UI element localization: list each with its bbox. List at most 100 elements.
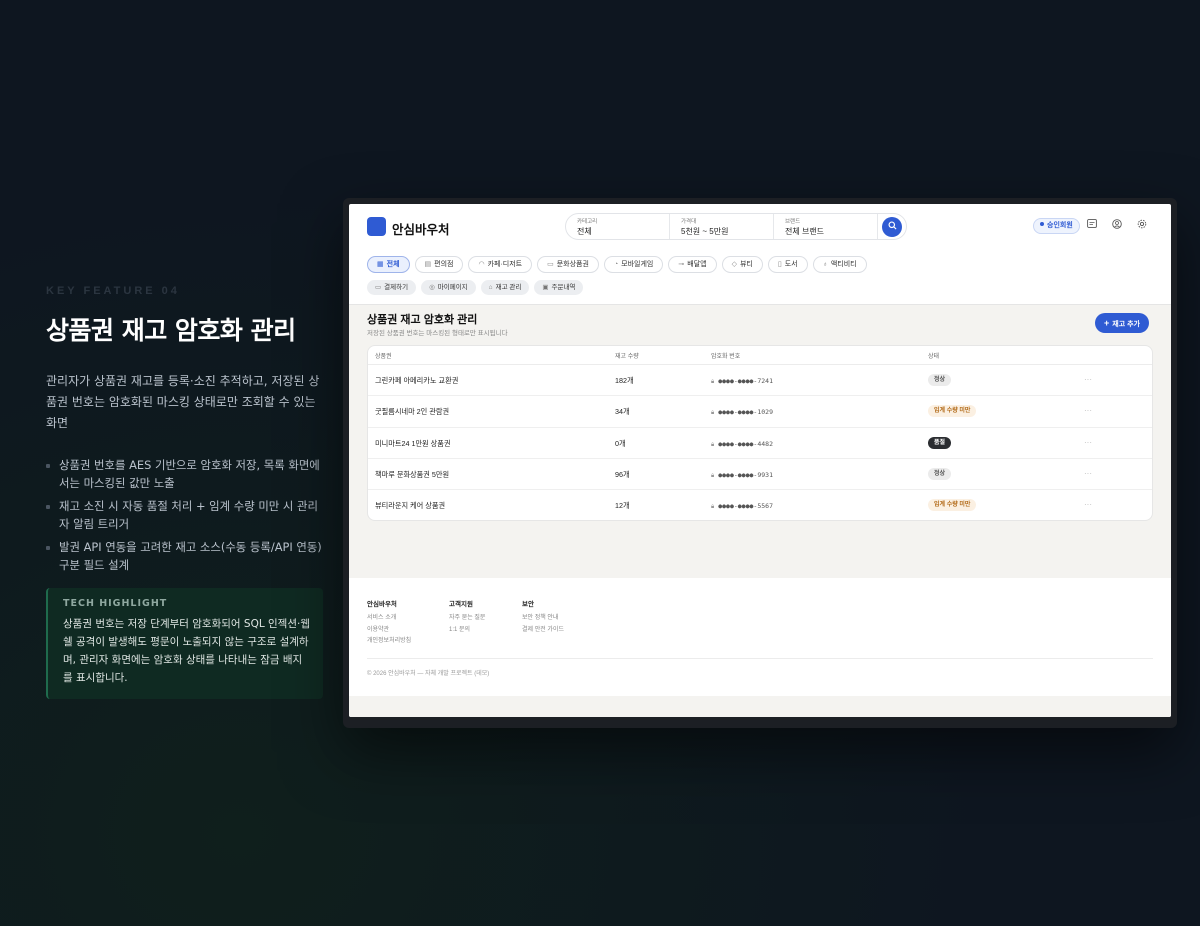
category-chip-books[interactable]: ▯ 도서	[767, 256, 808, 273]
search-price-field[interactable]: 가격대 5천원 ~ 5만원	[670, 214, 774, 239]
tech-highlight-body: 상품권 번호는 저장 단계부터 암호화되어 SQL 인젝션·웹쉘 공격이 발생해…	[63, 618, 311, 684]
nav-label: 결제하기	[384, 284, 409, 291]
table-row[interactable]: 미니마트24 1만원 상품권 0개 🔒︎ ●●●●-●●●●-4482 품절 ··…	[368, 428, 1152, 459]
feature-title: 상품권 재고 암호화 관리	[46, 316, 296, 345]
page-title: 상품권 재고 암호화 관리	[367, 314, 478, 326]
footer-link[interactable]: 결제 안전 가이드	[522, 625, 564, 637]
feature-bullets: 상품권 번호를 AES 기반으로 암호화 저장, 목록 화면에서는 마스킹된 값…	[46, 456, 326, 574]
table-row[interactable]: 그린카페 아메리카노 교환권 182개 🔒︎ ●●●●-●●●●-7241 정상 …	[368, 365, 1152, 397]
chip-label: 액티비티	[830, 261, 857, 268]
search-bar: 카테고리 전체 가격대 5천원 ~ 5만원 브랜드 전체 브랜드	[565, 213, 907, 240]
footer-divider	[367, 658, 1153, 659]
footer-column-company: 안심바우처 서비스 소개 이용약관 개인정보처리방침	[367, 598, 411, 648]
encrypted-code: 🔒︎ ●●●●-●●●●-4482	[711, 439, 773, 449]
nav-checkout[interactable]: ▭ 결제하기	[367, 280, 417, 295]
category-chip-beauty[interactable]: ◇ 뷰티	[721, 256, 763, 273]
bullet-dot-icon	[46, 505, 50, 509]
masked-code-text: ●●●●-●●●●-9931	[718, 470, 773, 479]
more-options-icon[interactable]: ···	[1084, 438, 1092, 447]
nav-inventory[interactable]: ⌂ 재고 관리	[480, 280, 530, 295]
status-badge: 품절	[928, 436, 952, 449]
lock-icon: 🔒︎	[711, 441, 715, 448]
category-chip-mobile-game[interactable]: ◔ 모바일게임	[603, 256, 664, 273]
bullet-text: 상품권 번호를 AES 기반으로 암호화 저장, 목록 화면에서는 마스킹된 값…	[59, 458, 320, 490]
ticket-icon: ▭	[547, 261, 554, 268]
search-brand-value: 전체 브랜드	[785, 227, 825, 236]
chip-label: 카페·디저트	[487, 261, 523, 268]
laptop-frame: 안심바우처 카테고리 전체 가격대 5천원 ~ 5만원 브랜드 전체 브랜드 승…	[343, 198, 1177, 728]
search-button[interactable]	[882, 217, 902, 237]
stock-quantity: 0개	[615, 438, 626, 448]
footer-link[interactable]: 이용약관	[367, 625, 411, 637]
settings-gear-icon[interactable]	[1136, 219, 1148, 231]
category-chip-culture[interactable]: ▭ 문화상품권	[537, 256, 599, 273]
voucher-name: 책마루 문화상품권 5만원	[375, 469, 450, 479]
bike-icon: ⊸	[678, 261, 685, 268]
search-category-field[interactable]: 카테고리 전체	[566, 214, 670, 239]
chip-label: 모바일게임	[621, 261, 654, 268]
search-price-value: 5천원 ~ 5만원	[681, 227, 729, 236]
member-status-text: 승인회원	[1047, 222, 1073, 229]
store-icon: ▤	[424, 261, 432, 268]
footer-link[interactable]: 1:1 문의	[449, 625, 485, 637]
category-chip-cafe[interactable]: ◠ 카페·디저트	[468, 256, 533, 273]
bullet-dot-icon	[46, 546, 50, 550]
nav-label: 주문내역	[551, 284, 576, 291]
category-chip-delivery[interactable]: ⊸ 배달앱	[668, 256, 717, 273]
cup-icon: ◠	[478, 261, 485, 268]
status-badge: 임계 수량 미만	[928, 499, 977, 512]
column-header-status: 상태	[928, 354, 940, 360]
voucher-name: 굿필름시네마 2인 관람권	[375, 407, 450, 417]
logo-icon[interactable]	[367, 217, 386, 236]
status-badge: 정상	[928, 374, 952, 386]
footer-heading: 안심바우처	[367, 601, 397, 608]
chip-label: 문화상품권	[556, 261, 589, 268]
site-footer: 안심바우처 서비스 소개 이용약관 개인정보처리방침 고객지원 자주 묻는 질문…	[349, 578, 1171, 696]
tech-highlight-label: TECH HIGHLIGHT	[63, 598, 168, 609]
search-category-label: 카테고리	[577, 219, 598, 225]
footer-heading: 고객지원	[449, 601, 473, 608]
category-chip-convenience[interactable]: ▤ 편의점	[414, 256, 464, 273]
footer-column-support: 고객지원 자주 묻는 질문 1:1 문의	[449, 598, 485, 636]
bullet-dot-icon	[46, 464, 50, 468]
plus-icon: +	[1104, 318, 1110, 328]
footer-link[interactable]: 서비스 소개	[367, 613, 411, 625]
nav-orders[interactable]: ▣ 주문내역	[534, 280, 584, 295]
footer-link[interactable]: 보안 정책 안내	[522, 613, 564, 625]
search-brand-label: 브랜드	[785, 219, 801, 225]
receipt-icon: ▣	[542, 284, 549, 291]
status-badge: 임계 수량 미만	[928, 405, 977, 418]
message-icon[interactable]	[1086, 219, 1098, 231]
lock-icon: 🔒︎	[711, 379, 715, 385]
category-chip-activity[interactable]: ♁ 액티비티	[812, 256, 867, 273]
category-chip-all[interactable]: ▦ 전체	[367, 256, 410, 273]
voucher-name: 뷰티라운지 케어 상품권	[375, 501, 446, 511]
more-options-icon[interactable]: ···	[1084, 469, 1092, 478]
logo-text[interactable]: 안심바우처	[392, 219, 450, 238]
app-screen: 안심바우처 카테고리 전체 가격대 5천원 ~ 5만원 브랜드 전체 브랜드 승…	[349, 204, 1171, 717]
pin-icon: ♁	[822, 261, 828, 268]
column-header-voucher: 상품권	[375, 354, 392, 360]
stock-quantity: 182개	[615, 376, 634, 385]
encrypted-code: 🔒︎ ●●●●-●●●●-5567	[711, 501, 773, 511]
encrypted-code: 🔒︎ ●●●●-●●●●-9931	[711, 470, 773, 480]
more-options-icon[interactable]: ···	[1084, 500, 1092, 509]
add-stock-button[interactable]: + 재고 추가	[1095, 313, 1149, 333]
more-options-icon[interactable]: ···	[1084, 406, 1092, 415]
footer-link[interactable]: 자주 묻는 질문	[449, 613, 485, 625]
footer-link[interactable]: 개인정보처리방침	[367, 636, 411, 648]
encrypted-code: 🔒︎ ●●●●-●●●●-7241	[711, 376, 773, 386]
more-options-icon[interactable]: ···	[1084, 375, 1092, 384]
table-row[interactable]: 굿필름시네마 2인 관람권 34개 🔒︎ ●●●●-●●●●-1029 임계 수량…	[368, 396, 1152, 428]
chip-label: 배달앱	[687, 261, 707, 268]
nav-mypage[interactable]: ◎ 마이페이지	[421, 280, 476, 295]
table-row[interactable]: 뷰티라운지 케어 상품권 12개 🔒︎ ●●●●-●●●●-5567 임계 수량 …	[368, 490, 1152, 520]
masked-code-text: ●●●●-●●●●-1029	[718, 408, 773, 417]
stock-quantity: 96개	[615, 469, 630, 479]
search-brand-field[interactable]: 브랜드 전체 브랜드	[774, 214, 878, 239]
table-row[interactable]: 책마루 문화상품권 5만원 96개 🔒︎ ●●●●-●●●●-9931 정상 ··…	[368, 459, 1152, 491]
profile-icon[interactable]	[1111, 219, 1123, 231]
masked-code-text: ●●●●-●●●●-7241	[718, 377, 773, 385]
chip-label: 도서	[784, 261, 798, 268]
inventory-table: 상품권 재고 수량 암호화 번호 상태 그린카페 아메리카노 교환권 182개 …	[367, 345, 1153, 521]
